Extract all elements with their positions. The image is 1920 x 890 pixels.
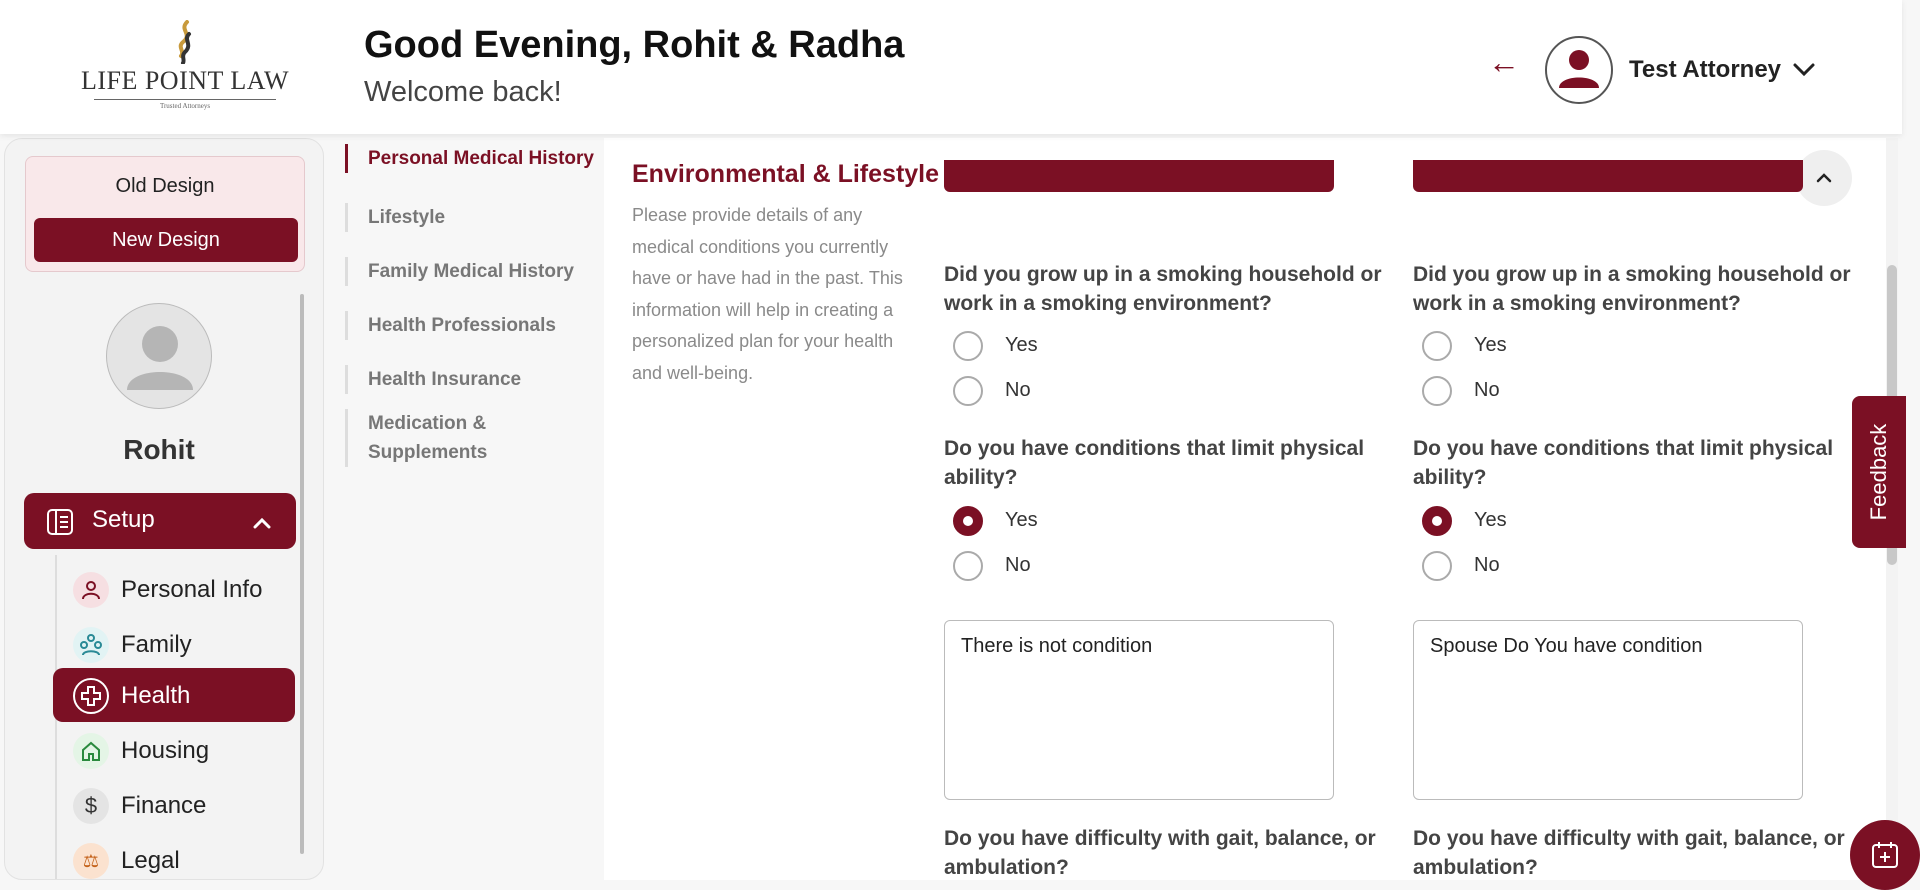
subnav-medication-supplements[interactable]: Medication & Supplements [345,409,535,467]
condition-details-field[interactable] [944,620,1334,800]
sidebar-item-housing[interactable]: Housing [53,723,295,777]
radio-label: No [1005,554,1031,576]
radio-label: Yes [1474,509,1507,531]
radio-circle [1422,506,1452,536]
radio-circle [953,376,983,406]
profile-avatar [106,303,212,409]
radio-label: Yes [1474,334,1507,356]
logo-flame-icon [178,20,191,64]
collapse-section-button[interactable] [1796,150,1852,206]
design-switcher: Old Design New Design [25,156,305,272]
subnav-health-insurance[interactable]: Health Insurance [345,365,605,394]
radio-circle [953,506,983,536]
subnav-family-medical-history[interactable]: Family Medical History [345,257,605,286]
family-icon [73,627,109,663]
feedback-label: Feedback [1866,423,1891,521]
house-icon [73,733,109,769]
section-description: Please provide details of any medical co… [632,205,903,383]
logo-tagline: Trusted Attorneys [94,99,276,110]
sidebar-item-family[interactable]: Family [53,617,295,671]
radio-label: Yes [1005,334,1038,356]
question-physical-ability: Do you have conditions that limit physic… [1413,437,1834,489]
sidebar-item-health[interactable]: Health [53,668,295,722]
health-cross-icon [73,678,109,714]
calendar-plus-icon [1872,842,1898,868]
radio-smoking-no[interactable]: No [953,374,1153,406]
question-gait-balance: Do you have difficulty with gait, balanc… [1413,827,1845,879]
user-avatar-icon [1559,50,1599,88]
setup-section-button[interactable]: Setup [24,493,296,549]
sidebar-scrollbar[interactable] [300,294,304,854]
question-gait-balance: Do you have difficulty with gait, balanc… [944,827,1376,879]
feedback-tab[interactable]: Feedback [1852,396,1906,548]
dollar-icon: $ [73,788,109,824]
logo[interactable]: LIFE POINT LAW Trusted Attorneys [80,20,290,110]
new-design-button[interactable]: New Design [34,218,298,262]
subnav-health-professionals[interactable]: Health Professionals [345,311,605,340]
top-header: LIFE POINT LAW Trusted Attorneys Good Ev… [0,0,1902,134]
question-physical-ability: Do you have conditions that limit physic… [944,437,1365,489]
radio-label: No [1474,379,1500,401]
radio-label: No [1005,379,1031,401]
setup-label: Setup [92,506,155,533]
column-header-primary [944,160,1334,192]
legal-icon: ⚖ [73,843,109,879]
sidebar-item-label: Finance [121,792,207,819]
sidebar-item-finance[interactable]: $ Finance [53,778,295,832]
sidebar-item-personal-info[interactable]: Personal Info [53,562,295,616]
back-arrow-icon[interactable]: ← [1488,46,1522,78]
radio-circle [1422,551,1452,581]
radio-physical-no[interactable]: No [1422,549,1622,581]
chevron-up-icon [1816,173,1832,183]
calendar-fab-button[interactable] [1850,820,1920,890]
radio-smoking-no[interactable]: No [1422,374,1622,406]
radio-physical-yes[interactable]: Yes [1422,504,1622,536]
main-content: Environmental & Lifestyle Factors Please… [604,138,1886,880]
page-greeting: Good Evening, Rohit & Radha [364,24,905,66]
profile-name: Rohit [123,434,195,465]
radio-label: Yes [1005,509,1038,531]
column-header-spouse [1413,160,1803,192]
radio-circle [1422,376,1452,406]
user-avatar[interactable] [1545,36,1613,104]
sidebar-item-label: Health [121,682,191,709]
question-smoking-household: Did you grow up in a smoking household o… [944,263,1382,315]
sidebar-item-label: Legal [121,847,180,874]
old-design-button[interactable]: Old Design [26,175,304,198]
logo-text: LIFE POINT LAW [80,66,290,95]
radio-smoking-yes[interactable]: Yes [1422,329,1622,361]
radio-label: No [1474,554,1500,576]
sidebar-item-label: Personal Info [121,576,263,603]
profile-placeholder-icon [127,326,193,390]
subnav-personal-medical-history[interactable]: Personal Medical History [345,144,605,173]
condition-details-field[interactable] [1413,620,1803,800]
sidebar: Old Design New Design Rohit Setup Person… [4,138,324,880]
sidebar-item-label: Housing [121,737,210,764]
radio-circle [1422,331,1452,361]
sidebar-item-legal[interactable]: ⚖ Legal [53,833,295,879]
setup-document-icon [47,509,73,535]
person-icon [73,572,109,608]
chevron-up-icon [253,517,271,529]
subnav-lifestyle[interactable]: Lifestyle [345,203,605,232]
sidebar-item-label: Family [121,631,192,658]
radio-circle [953,331,983,361]
question-smoking-household: Did you grow up in a smoking household o… [1413,263,1851,315]
radio-smoking-yes[interactable]: Yes [953,329,1153,361]
radio-physical-yes[interactable]: Yes [953,504,1153,536]
user-name[interactable]: Test Attorney [1629,56,1781,84]
radio-physical-no[interactable]: No [953,549,1153,581]
radio-circle [953,551,983,581]
welcome-text: Welcome back! [364,76,562,108]
chevron-down-icon[interactable] [1790,56,1820,84]
